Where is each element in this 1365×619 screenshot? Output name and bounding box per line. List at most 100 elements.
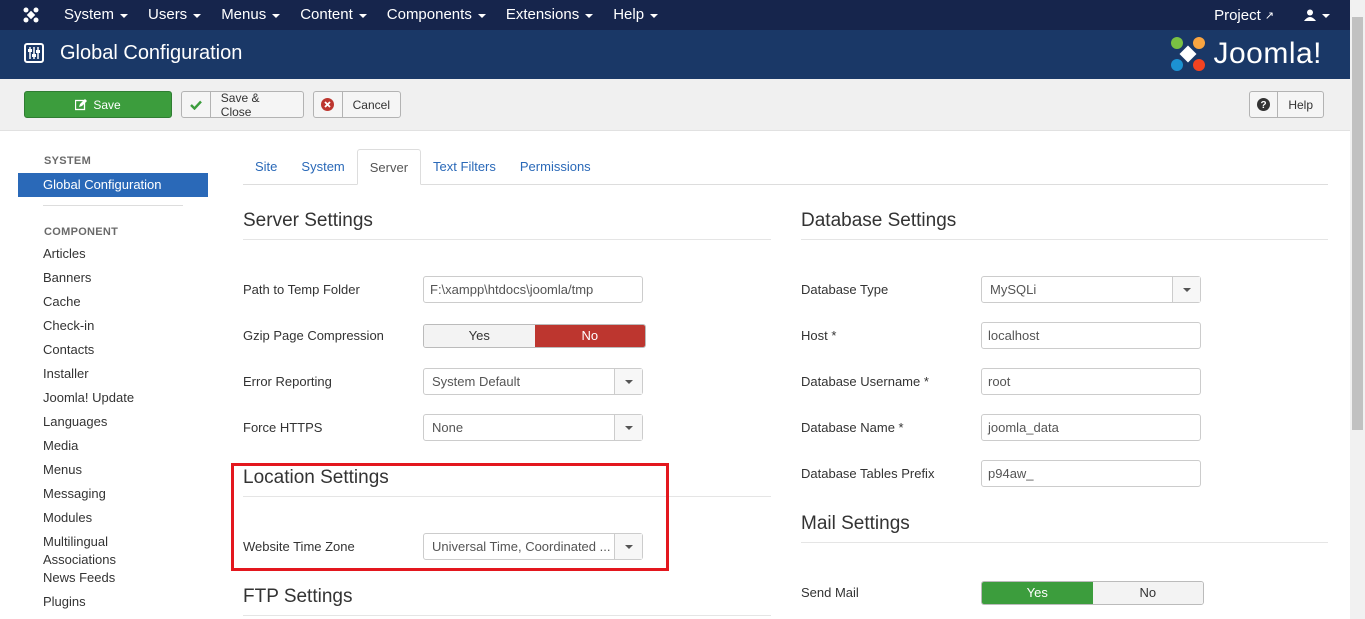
error-reporting-value: System Default	[432, 374, 521, 389]
sidebar-item-modules[interactable]: Modules	[18, 506, 208, 530]
sidebar-heading-component: COMPONENT	[44, 226, 119, 238]
caret-down-icon	[585, 14, 594, 18]
sidebar-item-banners[interactable]: Banners	[18, 266, 208, 290]
tab-site[interactable]: Site	[243, 149, 289, 185]
force-https-select[interactable]: None	[423, 414, 643, 441]
sidebar-item-menus[interactable]: Menus	[18, 458, 208, 482]
highlight-annotation	[231, 463, 669, 571]
section-divider	[243, 239, 771, 240]
gzip-toggle: Yes No	[423, 324, 646, 348]
database-name-input[interactable]: joomla_data	[981, 414, 1201, 441]
database-username-label: Database Username *	[801, 374, 929, 389]
caret-down-icon	[1322, 14, 1330, 18]
project-link[interactable]: Project ↗	[1214, 7, 1274, 24]
menu-system[interactable]: System	[64, 0, 129, 30]
sidebar-item-cache[interactable]: Cache	[18, 290, 208, 314]
temp-folder-input[interactable]: F:\xampp\htdocs\joomla/tmp	[423, 276, 643, 303]
database-username-input[interactable]: root	[981, 368, 1201, 395]
tab-text-filters[interactable]: Text Filters	[421, 149, 508, 185]
sidebar-item-installer[interactable]: Installer	[18, 362, 208, 386]
cancel-button[interactable]: Cancel	[313, 91, 401, 118]
dropdown-arrow-icon	[614, 415, 642, 440]
section-divider	[243, 615, 771, 616]
table-prefix-input[interactable]: p94aw_	[981, 460, 1201, 487]
send-mail-no-option[interactable]: No	[1092, 582, 1203, 604]
joomla-logo-icon[interactable]	[22, 6, 40, 24]
send-mail-yes-option[interactable]: Yes	[982, 582, 1093, 604]
sidebar-item-news-feeds[interactable]: News Feeds	[18, 566, 208, 590]
dropdown-arrow-icon	[1172, 277, 1200, 302]
caret-down-icon	[193, 14, 202, 18]
edit-icon	[75, 92, 88, 117]
sidebar-item-articles[interactable]: Articles	[18, 242, 208, 266]
sidebar-item-messaging[interactable]: Messaging	[18, 482, 208, 506]
joomla-brand: Joomla!	[1169, 34, 1322, 74]
top-navbar: System Users Menus Content Components Ex…	[0, 0, 1350, 30]
sidebar-item-languages[interactable]: Languages	[18, 410, 208, 434]
sidebar-item-joomla-update[interactable]: Joomla! Update	[18, 386, 208, 410]
temp-folder-label: Path to Temp Folder	[243, 282, 360, 297]
sidebar-item-media[interactable]: Media	[18, 434, 208, 458]
menu-extensions[interactable]: Extensions	[506, 0, 594, 30]
database-settings-title: Database Settings	[801, 210, 957, 231]
sidebar-heading-system: SYSTEM	[44, 155, 92, 167]
cancel-circle-icon	[314, 92, 343, 117]
database-type-select[interactable]: MySQLi	[981, 276, 1201, 303]
toolbar: Save Save & Close Cancel ? Help	[0, 79, 1350, 131]
dropdown-arrow-icon	[614, 369, 642, 394]
joomla-brand-icon	[1171, 37, 1206, 71]
sidebar-item-global-configuration[interactable]: Global Configuration	[18, 173, 208, 197]
database-type-label: Database Type	[801, 282, 889, 297]
caret-down-icon	[650, 14, 659, 18]
sidebar-divider	[43, 205, 183, 206]
sidebar-item-contacts[interactable]: Contacts	[18, 338, 208, 362]
user-menu[interactable]	[1304, 9, 1330, 21]
gzip-label: Gzip Page Compression	[243, 328, 384, 343]
ftp-settings-title: FTP Settings	[243, 586, 353, 607]
table-prefix-label: Database Tables Prefix	[801, 466, 935, 481]
host-label: Host *	[801, 328, 837, 343]
caret-down-icon	[358, 14, 367, 18]
tab-system[interactable]: System	[289, 149, 356, 185]
help-button[interactable]: ? Help	[1249, 91, 1324, 118]
gzip-yes-option[interactable]: Yes	[424, 325, 535, 347]
sidebar-item-check-in[interactable]: Check-in	[18, 314, 208, 338]
menu-components[interactable]: Components	[387, 0, 486, 30]
caret-down-icon	[272, 14, 281, 18]
database-type-value: MySQLi	[990, 282, 1037, 297]
sidebar-item-multilingual-associations[interactable]: Multilingual Associations	[18, 530, 138, 567]
sidebar: SYSTEM Global Configuration COMPONENT Ar…	[18, 131, 208, 614]
check-icon	[182, 92, 211, 117]
send-mail-label: Send Mail	[801, 585, 859, 600]
menu-help[interactable]: Help	[613, 0, 659, 30]
mail-settings-title: Mail Settings	[801, 513, 910, 534]
save-close-button[interactable]: Save & Close	[181, 91, 304, 119]
error-reporting-label: Error Reporting	[243, 374, 332, 389]
menu-content[interactable]: Content	[300, 0, 367, 30]
menu-menus[interactable]: Menus	[221, 0, 281, 30]
config-tabs: Site System Server Text Filters Permissi…	[243, 149, 1328, 185]
page-header: Global Configuration Joomla!	[0, 30, 1350, 79]
error-reporting-select[interactable]: System Default	[423, 368, 643, 395]
sidebar-item-plugins[interactable]: Plugins	[18, 590, 208, 614]
page-title: Global Configuration	[60, 42, 243, 64]
section-divider	[801, 239, 1328, 240]
scrollbar-thumb[interactable]	[1352, 17, 1363, 430]
tab-permissions[interactable]: Permissions	[508, 149, 603, 185]
user-icon	[1304, 9, 1316, 21]
section-divider	[801, 542, 1328, 543]
main-menu: System Users Menus Content Components Ex…	[64, 0, 678, 30]
svg-text:?: ?	[1261, 100, 1267, 111]
external-link-icon: ↗	[1264, 9, 1274, 22]
server-settings-title: Server Settings	[243, 210, 373, 231]
host-input[interactable]: localhost	[981, 322, 1201, 349]
menu-users[interactable]: Users	[148, 0, 202, 30]
save-button[interactable]: Save	[24, 91, 172, 118]
page-scrollbar[interactable]	[1350, 0, 1365, 619]
database-name-label: Database Name *	[801, 420, 904, 435]
caret-down-icon	[477, 14, 486, 18]
gzip-no-option[interactable]: No	[534, 325, 645, 347]
force-https-value: None	[432, 420, 464, 435]
tab-server[interactable]: Server	[356, 149, 422, 185]
nav-right: Project ↗	[1214, 0, 1330, 30]
